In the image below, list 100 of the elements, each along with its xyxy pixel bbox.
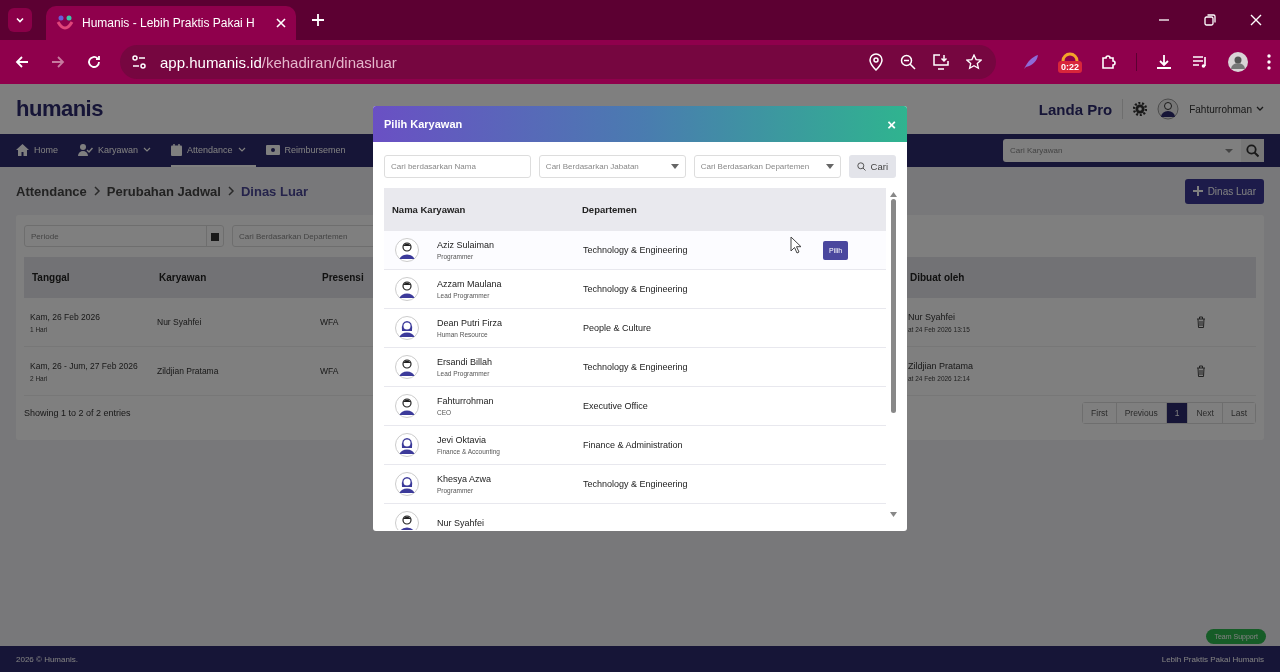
menu-icon[interactable] xyxy=(1267,54,1271,70)
breadcrumb-item[interactable]: Perubahan Jadwal xyxy=(106,183,221,199)
employee-cell: Nur Syahfei xyxy=(157,317,202,327)
caret-icon xyxy=(825,164,834,169)
creator-cell-text: Nur Syahfei xyxy=(908,311,957,322)
date-cell: Kam, 26 - Jum, 27 Feb 2026 xyxy=(30,360,138,371)
man-avatar-icon xyxy=(395,238,419,262)
breadcrumb-item[interactable]: Attendance xyxy=(16,183,87,199)
caret-icon xyxy=(670,164,679,169)
install-icon[interactable] xyxy=(932,54,950,70)
presence-cell: WFA xyxy=(320,366,339,376)
new-tab-icon[interactable] xyxy=(312,14,324,26)
man-avatar-icon xyxy=(395,355,419,379)
man-avatar-icon xyxy=(395,394,419,418)
column-header: Nama Karyawan xyxy=(392,204,467,215)
nav-item[interactable]: Home xyxy=(16,134,68,167)
site-logo-icon xyxy=(56,14,74,32)
chevron-icon xyxy=(92,186,101,196)
tab-list-button[interactable] xyxy=(8,8,32,32)
chevron-icon xyxy=(226,186,235,196)
dialog-title: Pilih Karyawan xyxy=(384,118,463,130)
caret-icon xyxy=(1225,147,1233,154)
search-icon xyxy=(856,162,866,171)
woman-avatar-icon xyxy=(395,433,419,457)
man-avatar-icon xyxy=(395,277,419,301)
zoom-out-icon[interactable] xyxy=(900,54,916,70)
close-icon[interactable] xyxy=(276,18,286,28)
rainbow-icon xyxy=(1061,51,1079,61)
plus-icon xyxy=(1192,186,1203,196)
profile-icon[interactable] xyxy=(1227,51,1249,73)
user-check-icon xyxy=(78,143,93,156)
employee-name: Dean Putri Firza xyxy=(437,318,504,328)
search-icon[interactable] xyxy=(1241,139,1264,162)
mouse-cursor-icon xyxy=(790,236,802,254)
department-cell-text: Technology & Engineering xyxy=(583,362,689,372)
department-cell-text: Finance & Administration xyxy=(583,440,684,450)
department-cell-text: Executive Office xyxy=(583,401,649,411)
address-bar[interactable]: app.humanis.id/kehadiran/dinasluar xyxy=(120,45,996,79)
location-icon[interactable] xyxy=(868,53,884,71)
forward-icon[interactable] xyxy=(50,54,66,70)
download-icon[interactable] xyxy=(1155,53,1173,71)
employee-name: Fahturrohman xyxy=(437,396,495,406)
presence-cell: WFA xyxy=(320,317,339,327)
employee-name: Aziz Sulaiman xyxy=(437,240,496,250)
money-icon xyxy=(265,144,280,155)
company-name: Landa Pro xyxy=(1038,100,1113,118)
breadcrumb-item: Dinas Luar xyxy=(240,183,309,199)
site-settings-icon[interactable] xyxy=(130,53,148,71)
department-cell-text: Technology & Engineering xyxy=(583,479,689,489)
department-cell-text: Technology & Engineering xyxy=(583,284,689,294)
logo: humanis xyxy=(16,96,103,122)
page-button[interactable]: Last xyxy=(1221,403,1255,423)
date-cell: Kam, 26 Feb 2026 xyxy=(30,311,100,322)
nav-item[interactable]: Karyawan xyxy=(78,134,162,167)
creator-cell: Zildjian Pratama xyxy=(908,360,974,371)
column-header: Departemen xyxy=(582,204,637,215)
column-header: Dibuat oleh xyxy=(910,272,965,283)
woman-avatar-icon xyxy=(395,472,419,496)
copyright-text: 2026 © Humanis. xyxy=(16,654,78,664)
star-icon[interactable] xyxy=(966,54,982,70)
delete-icon[interactable] xyxy=(1196,365,1206,377)
search-button[interactable]: Cari xyxy=(848,155,896,178)
employee-name: Jevi Oktavia xyxy=(437,435,488,445)
calendar-icon xyxy=(171,143,183,156)
reload-icon[interactable] xyxy=(86,54,102,70)
caret-icon xyxy=(1256,106,1264,112)
restore-icon[interactable] xyxy=(1204,14,1216,26)
add-button[interactable]: Dinas Luar xyxy=(1184,178,1264,204)
settings-icon[interactable] xyxy=(1133,102,1148,116)
close-icon[interactable] xyxy=(1250,14,1262,26)
employee-name: Azzam Maulana xyxy=(437,279,503,289)
user-menu[interactable]: Fahturrohman xyxy=(1189,103,1264,115)
position-select[interactable]: Cari Berdasarkan Jabatan xyxy=(538,155,686,178)
department-select[interactable]: Cari Berdasarkan Departemen xyxy=(693,155,841,178)
calendar-icon[interactable] xyxy=(211,231,219,241)
page-button[interactable]: 1 xyxy=(1165,403,1188,423)
woman-avatar-icon xyxy=(395,316,419,340)
employee-cell: Zildjian Pratama xyxy=(157,366,219,376)
department-cell-text: Technology & Engineering xyxy=(583,245,689,255)
name-search-field[interactable]: Cari berdasarkan Nama xyxy=(384,155,531,178)
column-header: Karyawan xyxy=(159,272,207,283)
entries-info: Showing 1 to 2 of 2 entries xyxy=(24,408,131,418)
column-header: Tanggal xyxy=(32,272,70,283)
employee-name: Ersandi Billah xyxy=(437,357,494,367)
browser-tab[interactable]: Humanis - Lebih Praktis Pakai H xyxy=(46,6,296,40)
close-button[interactable]: × xyxy=(887,116,896,132)
column-header: Presensi xyxy=(322,272,364,283)
back-icon[interactable] xyxy=(14,54,30,70)
user-avatar-icon[interactable] xyxy=(1157,98,1180,120)
employee-name: Nur Syahfei xyxy=(437,518,486,528)
department-cell-text: People & Culture xyxy=(583,323,653,333)
nav-item[interactable]: Attendance xyxy=(171,134,256,167)
media-icon[interactable] xyxy=(1191,53,1209,71)
employee-name: Khesya Azwa xyxy=(437,474,493,484)
scroll-up-icon[interactable] xyxy=(889,192,897,197)
scroll-down-icon[interactable] xyxy=(889,512,897,517)
delete-icon[interactable] xyxy=(1196,316,1206,328)
home-icon xyxy=(16,143,29,156)
puzzle-icon[interactable] xyxy=(1100,53,1118,71)
nav-item[interactable]: Reimbursemen xyxy=(265,134,356,167)
